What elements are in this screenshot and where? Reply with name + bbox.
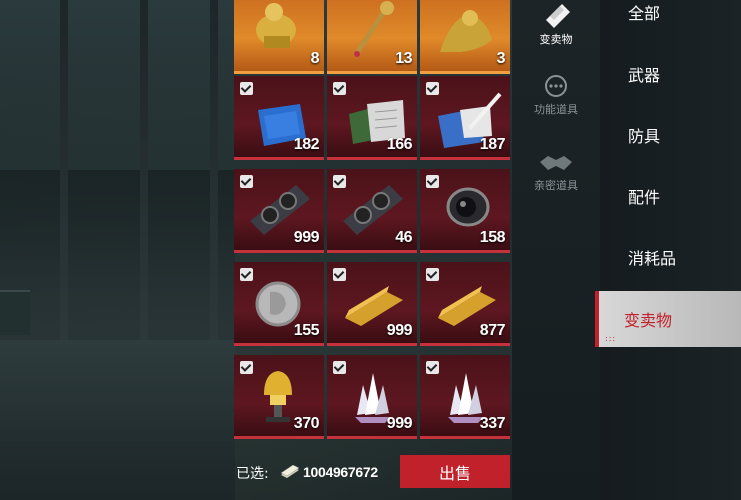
category-all[interactable]: 全部: [600, 0, 741, 40]
item-quantity: 370: [293, 415, 320, 432]
item-tile[interactable]: 999: [327, 355, 417, 439]
category-label: 防具: [628, 127, 661, 146]
item-quantity: 166: [386, 136, 413, 153]
handshake-icon: [540, 156, 572, 170]
category-attachments[interactable]: 配件: [600, 168, 741, 224]
item-quantity: 999: [293, 229, 320, 246]
category-panel: 全部 武器 防具 配件 消耗品 变卖物 :::: [595, 0, 741, 500]
category-label: 变卖物: [624, 311, 673, 330]
item-quantity: 13: [395, 50, 412, 67]
item-tile[interactable]: 337: [420, 355, 510, 439]
item-tile[interactable]: 13: [327, 0, 417, 74]
sell-items-icon: [546, 4, 570, 28]
item-quantity: 999: [386, 415, 413, 432]
background-floor: [0, 340, 235, 500]
category-weapons[interactable]: 武器: [600, 46, 741, 102]
subcategory-sell-items[interactable]: 变卖物: [512, 0, 600, 47]
subcategory-column: 变卖物 功能道具 亲密道具: [512, 0, 600, 500]
subcategory-intimate-items[interactable]: 亲密道具: [512, 150, 600, 193]
item-tile[interactable]: 187: [420, 76, 510, 160]
background-beam: [210, 0, 218, 340]
item-quantity: 8: [310, 50, 320, 67]
subcategory-label: 变卖物: [539, 33, 573, 46]
item-tile[interactable]: 877: [420, 262, 510, 346]
item-tile[interactable]: 370: [234, 355, 324, 439]
item-quantity: 182: [293, 136, 320, 153]
background-forklift: [0, 290, 30, 335]
subcategory-label: 功能道具: [534, 103, 578, 116]
item-quantity: 158: [479, 229, 506, 246]
category-label: 配件: [628, 188, 661, 207]
item-tile[interactable]: 166: [327, 76, 417, 160]
category-armor[interactable]: 防具: [600, 107, 741, 163]
active-indicator-dots: :::: [605, 334, 617, 343]
item-tile[interactable]: 155: [234, 262, 324, 346]
item-quantity: 337: [479, 415, 506, 432]
category-label: 消耗品: [628, 249, 677, 268]
item-quantity: 155: [293, 322, 320, 339]
item-tile[interactable]: 999: [234, 169, 324, 253]
selected-label: 已选:: [236, 466, 269, 482]
item-tile[interactable]: 3: [420, 0, 510, 74]
selected-value: 1004967672: [303, 464, 378, 480]
item-tile[interactable]: 158: [420, 169, 510, 253]
item-quantity: 3: [496, 50, 506, 67]
cash-icon: [280, 465, 300, 478]
item-tile[interactable]: 46: [327, 169, 417, 253]
background-wall: [0, 170, 235, 340]
item-quantity: 877: [479, 322, 506, 339]
background-beam: [140, 0, 148, 340]
sell-button[interactable]: 出售: [400, 455, 510, 488]
category-label: 全部: [628, 4, 661, 23]
function-tools-icon: [545, 75, 567, 97]
category-sell-items[interactable]: 变卖物 :::: [595, 291, 741, 347]
item-tile[interactable]: 999: [327, 262, 417, 346]
item-tile[interactable]: 8: [234, 0, 324, 74]
item-quantity: 999: [386, 322, 413, 339]
category-label: 武器: [628, 66, 661, 85]
subcategory-label: 亲密道具: [534, 179, 578, 192]
item-tile[interactable]: 182: [234, 76, 324, 160]
category-consumables[interactable]: 消耗品: [600, 229, 741, 285]
item-quantity: 187: [479, 136, 506, 153]
background-beam: [60, 0, 68, 340]
item-quantity: 46: [395, 229, 412, 246]
subcategory-function-tools[interactable]: 功能道具: [512, 74, 600, 117]
